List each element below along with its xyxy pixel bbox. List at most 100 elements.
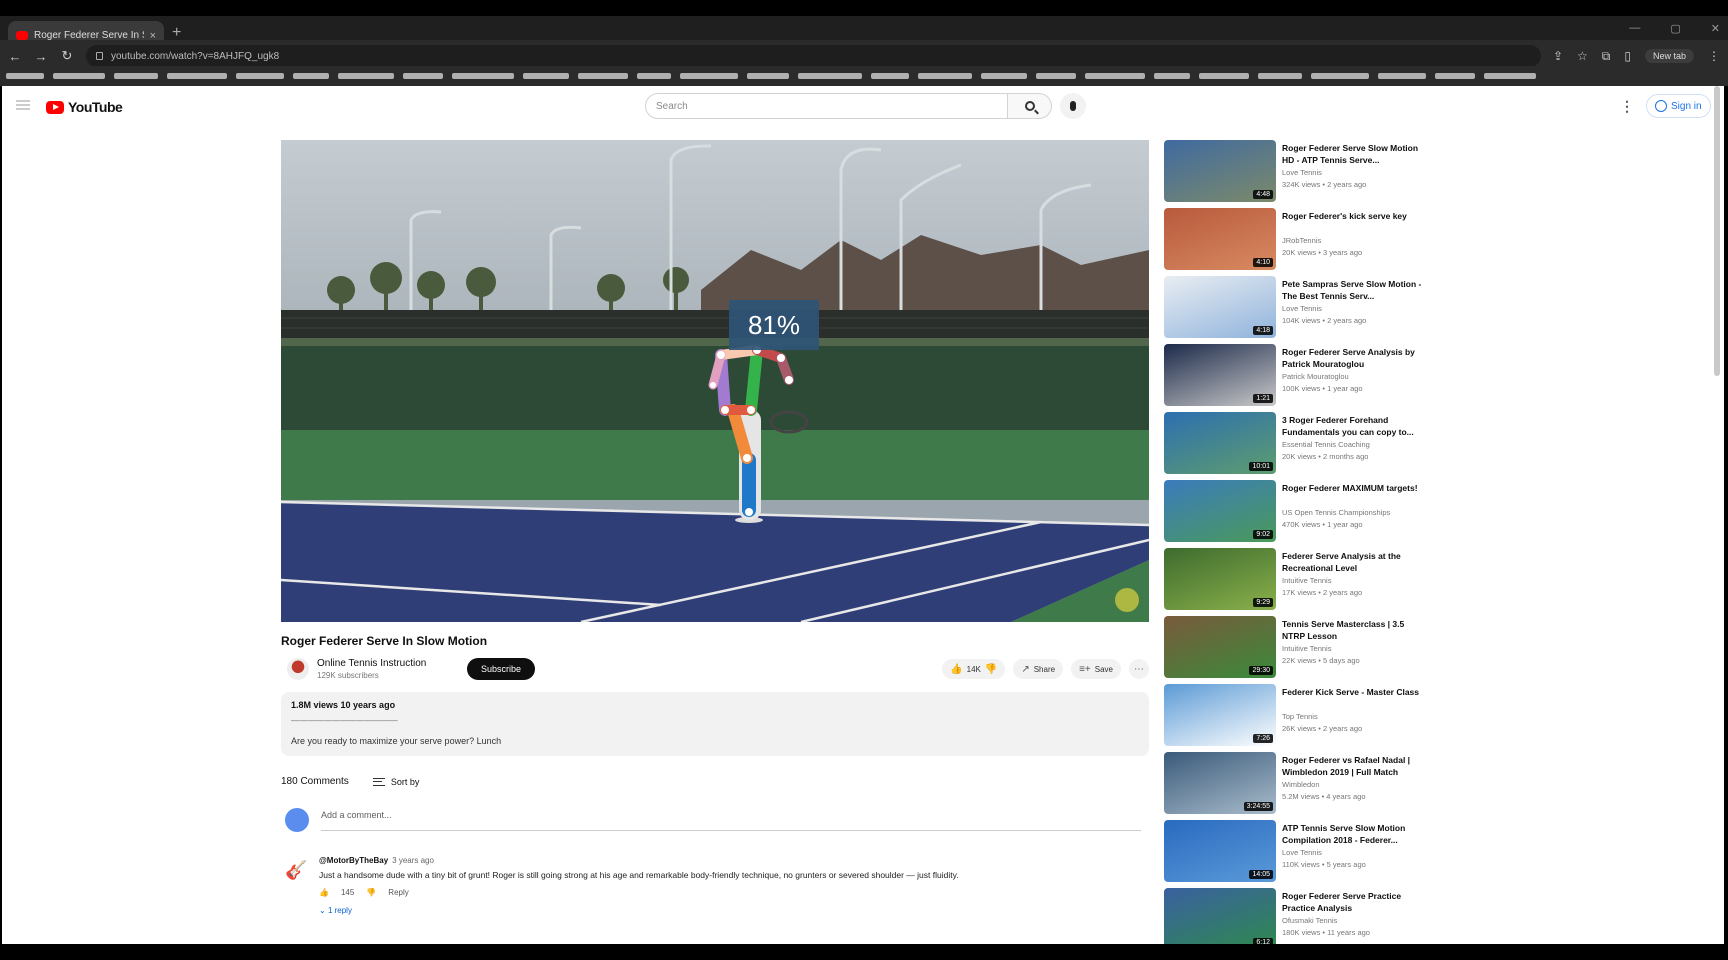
bookmark-item[interactable]: [452, 73, 514, 79]
video-thumbnail[interactable]: 29:30: [1164, 616, 1276, 678]
close-window-icon[interactable]: ✕: [1711, 22, 1720, 35]
recommended-channel[interactable]: Intuitive Tennis: [1282, 576, 1331, 585]
comment-author[interactable]: @MotorByTheBay 3 years ago: [319, 856, 434, 865]
search-button[interactable]: [1008, 93, 1052, 119]
recommended-video[interactable]: 9:29 Federer Serve Analysis at the Recrea…: [1164, 548, 1424, 610]
video-thumbnail[interactable]: 9:02: [1164, 480, 1276, 542]
bookmark-item[interactable]: [981, 73, 1027, 79]
video-thumbnail[interactable]: 14:05: [1164, 820, 1276, 882]
comment-dislike-icon[interactable]: 👎: [366, 888, 376, 897]
recommended-channel[interactable]: Ofusmaki Tennis: [1282, 916, 1337, 925]
bookmark-item[interactable]: [114, 73, 158, 79]
sign-in-button[interactable]: Sign in: [1646, 94, 1711, 118]
recommended-video[interactable]: 7:26 Federer Kick Serve - Master Class Top…: [1164, 684, 1424, 746]
like-button[interactable]: 👍 14K 👎: [942, 659, 1006, 679]
bookmark-item[interactable]: [747, 73, 789, 79]
bookmark-item[interactable]: [1484, 73, 1536, 79]
subscribe-button[interactable]: Subscribe: [467, 658, 536, 680]
recommended-channel[interactable]: Love Tennis: [1282, 848, 1322, 857]
video-player[interactable]: 81%: [281, 140, 1149, 622]
video-thumbnail[interactable]: 1:21: [1164, 344, 1276, 406]
bookmark-item[interactable]: [871, 73, 909, 79]
video-thumbnail[interactable]: 4:48: [1164, 140, 1276, 202]
bookmark-item[interactable]: [918, 73, 972, 79]
description-box[interactable]: 1.8M views 10 years ago — — — — — — — — …: [281, 692, 1149, 756]
bookmark-item[interactable]: [1154, 73, 1190, 79]
recommended-video[interactable]: 4:10 Roger Federer's kick serve key JRobTe…: [1164, 208, 1424, 270]
recommended-video[interactable]: 9:02 Roger Federer MAXIMUM targets! US Ope…: [1164, 480, 1424, 542]
bookmark-item[interactable]: [236, 73, 284, 79]
add-comment-input[interactable]: Add a comment...: [321, 810, 392, 820]
recommended-video[interactable]: 6:12 Roger Federer Serve Practice Practic…: [1164, 888, 1424, 944]
bookmark-item[interactable]: [403, 73, 443, 79]
channel-name[interactable]: Online Tennis Instruction: [317, 658, 426, 669]
recommended-title[interactable]: 3 Roger Federer Forehand Fundamentals yo…: [1282, 414, 1422, 438]
video-thumbnail[interactable]: 3:24:55: [1164, 752, 1276, 814]
bookmark-item[interactable]: [637, 73, 671, 79]
recommended-video[interactable]: 4:18 Pete Sampras Serve Slow Motion - The…: [1164, 276, 1424, 338]
bookmark-item[interactable]: [1199, 73, 1249, 79]
recommended-channel[interactable]: Intuitive Tennis: [1282, 644, 1331, 653]
recommended-title[interactable]: Tennis Serve Masterclass | 3.5 NTRP Less…: [1282, 618, 1422, 642]
sidebar-icon[interactable]: ▯: [1624, 49, 1631, 63]
recommended-title[interactable]: ATP Tennis Serve Slow Motion Compilation…: [1282, 822, 1422, 846]
recommended-video[interactable]: 10:01 3 Roger Federer Forehand Fundamenta…: [1164, 412, 1424, 474]
video-thumbnail[interactable]: 6:12: [1164, 888, 1276, 944]
recommended-channel[interactable]: Wimbledon: [1282, 780, 1320, 789]
recommended-title[interactable]: Roger Federer's kick serve key: [1282, 210, 1422, 222]
share-page-icon[interactable]: ⇪: [1553, 49, 1563, 63]
bookmark-item[interactable]: [167, 73, 227, 79]
recommended-video[interactable]: 4:48 Roger Federer Serve Slow Motion HD -…: [1164, 140, 1424, 202]
video-thumbnail[interactable]: 10:01: [1164, 412, 1276, 474]
video-thumbnail[interactable]: 9:29: [1164, 548, 1276, 610]
share-button[interactable]: ↗ Share: [1013, 659, 1064, 679]
video-thumbnail[interactable]: 7:26: [1164, 684, 1276, 746]
bookmark-item[interactable]: [53, 73, 105, 79]
reload-icon[interactable]: ↻: [60, 48, 74, 64]
profile-button[interactable]: New tab: [1644, 49, 1694, 63]
recommended-channel[interactable]: Love Tennis: [1282, 304, 1322, 313]
minimize-icon[interactable]: —: [1629, 22, 1640, 35]
channel-avatar[interactable]: [287, 658, 309, 680]
recommended-channel[interactable]: Top Tennis: [1282, 712, 1318, 721]
extensions-icon[interactable]: ⧉: [1602, 49, 1611, 64]
recommended-title[interactable]: Roger Federer MAXIMUM targets!: [1282, 482, 1422, 494]
recommended-title[interactable]: Roger Federer Serve Analysis by Patrick …: [1282, 346, 1422, 370]
recommended-channel[interactable]: JRobTennis: [1282, 236, 1321, 245]
bookmark-item[interactable]: [680, 73, 738, 79]
page-scrollbar[interactable]: [1714, 86, 1720, 376]
recommended-title[interactable]: Roger Federer Serve Practice Practice An…: [1282, 890, 1422, 914]
recommended-video[interactable]: 1:21 Roger Federer Serve Analysis by Patr…: [1164, 344, 1424, 406]
bookmark-item[interactable]: [1036, 73, 1076, 79]
address-bar[interactable]: youtube.com/watch?v=8AHJFQ_ugk8: [86, 45, 1541, 67]
bookmark-item[interactable]: [578, 73, 628, 79]
bookmark-item[interactable]: [798, 73, 862, 79]
recommended-title[interactable]: Pete Sampras Serve Slow Motion - The Bes…: [1282, 278, 1422, 302]
bookmark-item[interactable]: [1435, 73, 1475, 79]
menu-icon[interactable]: [16, 100, 30, 110]
commenter-avatar[interactable]: 🎸: [285, 860, 307, 882]
bookmark-item[interactable]: [293, 73, 329, 79]
bookmark-item[interactable]: [1258, 73, 1302, 79]
recommended-channel[interactable]: Love Tennis: [1282, 168, 1322, 177]
settings-kebab-icon[interactable]: ⋮: [1620, 98, 1634, 115]
sort-by-button[interactable]: Sort by: [372, 777, 419, 787]
recommended-title[interactable]: Federer Serve Analysis at the Recreation…: [1282, 550, 1422, 574]
bookmark-item[interactable]: [1311, 73, 1369, 79]
recommended-channel[interactable]: Essential Tennis Coaching: [1282, 440, 1370, 449]
recommended-title[interactable]: Federer Kick Serve - Master Class: [1282, 686, 1422, 698]
comment-reply-button[interactable]: Reply: [388, 888, 408, 897]
voice-search-button[interactable]: [1060, 93, 1086, 119]
more-actions-button[interactable]: ⋯: [1129, 659, 1149, 679]
search-input[interactable]: Search: [645, 93, 1008, 119]
back-icon[interactable]: ←: [8, 49, 22, 64]
bookmark-item[interactable]: [1085, 73, 1145, 79]
recommended-video[interactable]: 29:30 Tennis Serve Masterclass | 3.5 NTRP…: [1164, 616, 1424, 678]
forward-icon[interactable]: →: [34, 49, 48, 64]
view-replies-button[interactable]: ⌄ 1 reply: [319, 906, 352, 915]
bookmark-item[interactable]: [338, 73, 394, 79]
save-button[interactable]: ≡+ Save: [1071, 659, 1121, 679]
browser-menu-icon[interactable]: ⋮: [1708, 49, 1720, 63]
bookmark-item[interactable]: [6, 73, 44, 79]
bookmark-item[interactable]: [1378, 73, 1426, 79]
